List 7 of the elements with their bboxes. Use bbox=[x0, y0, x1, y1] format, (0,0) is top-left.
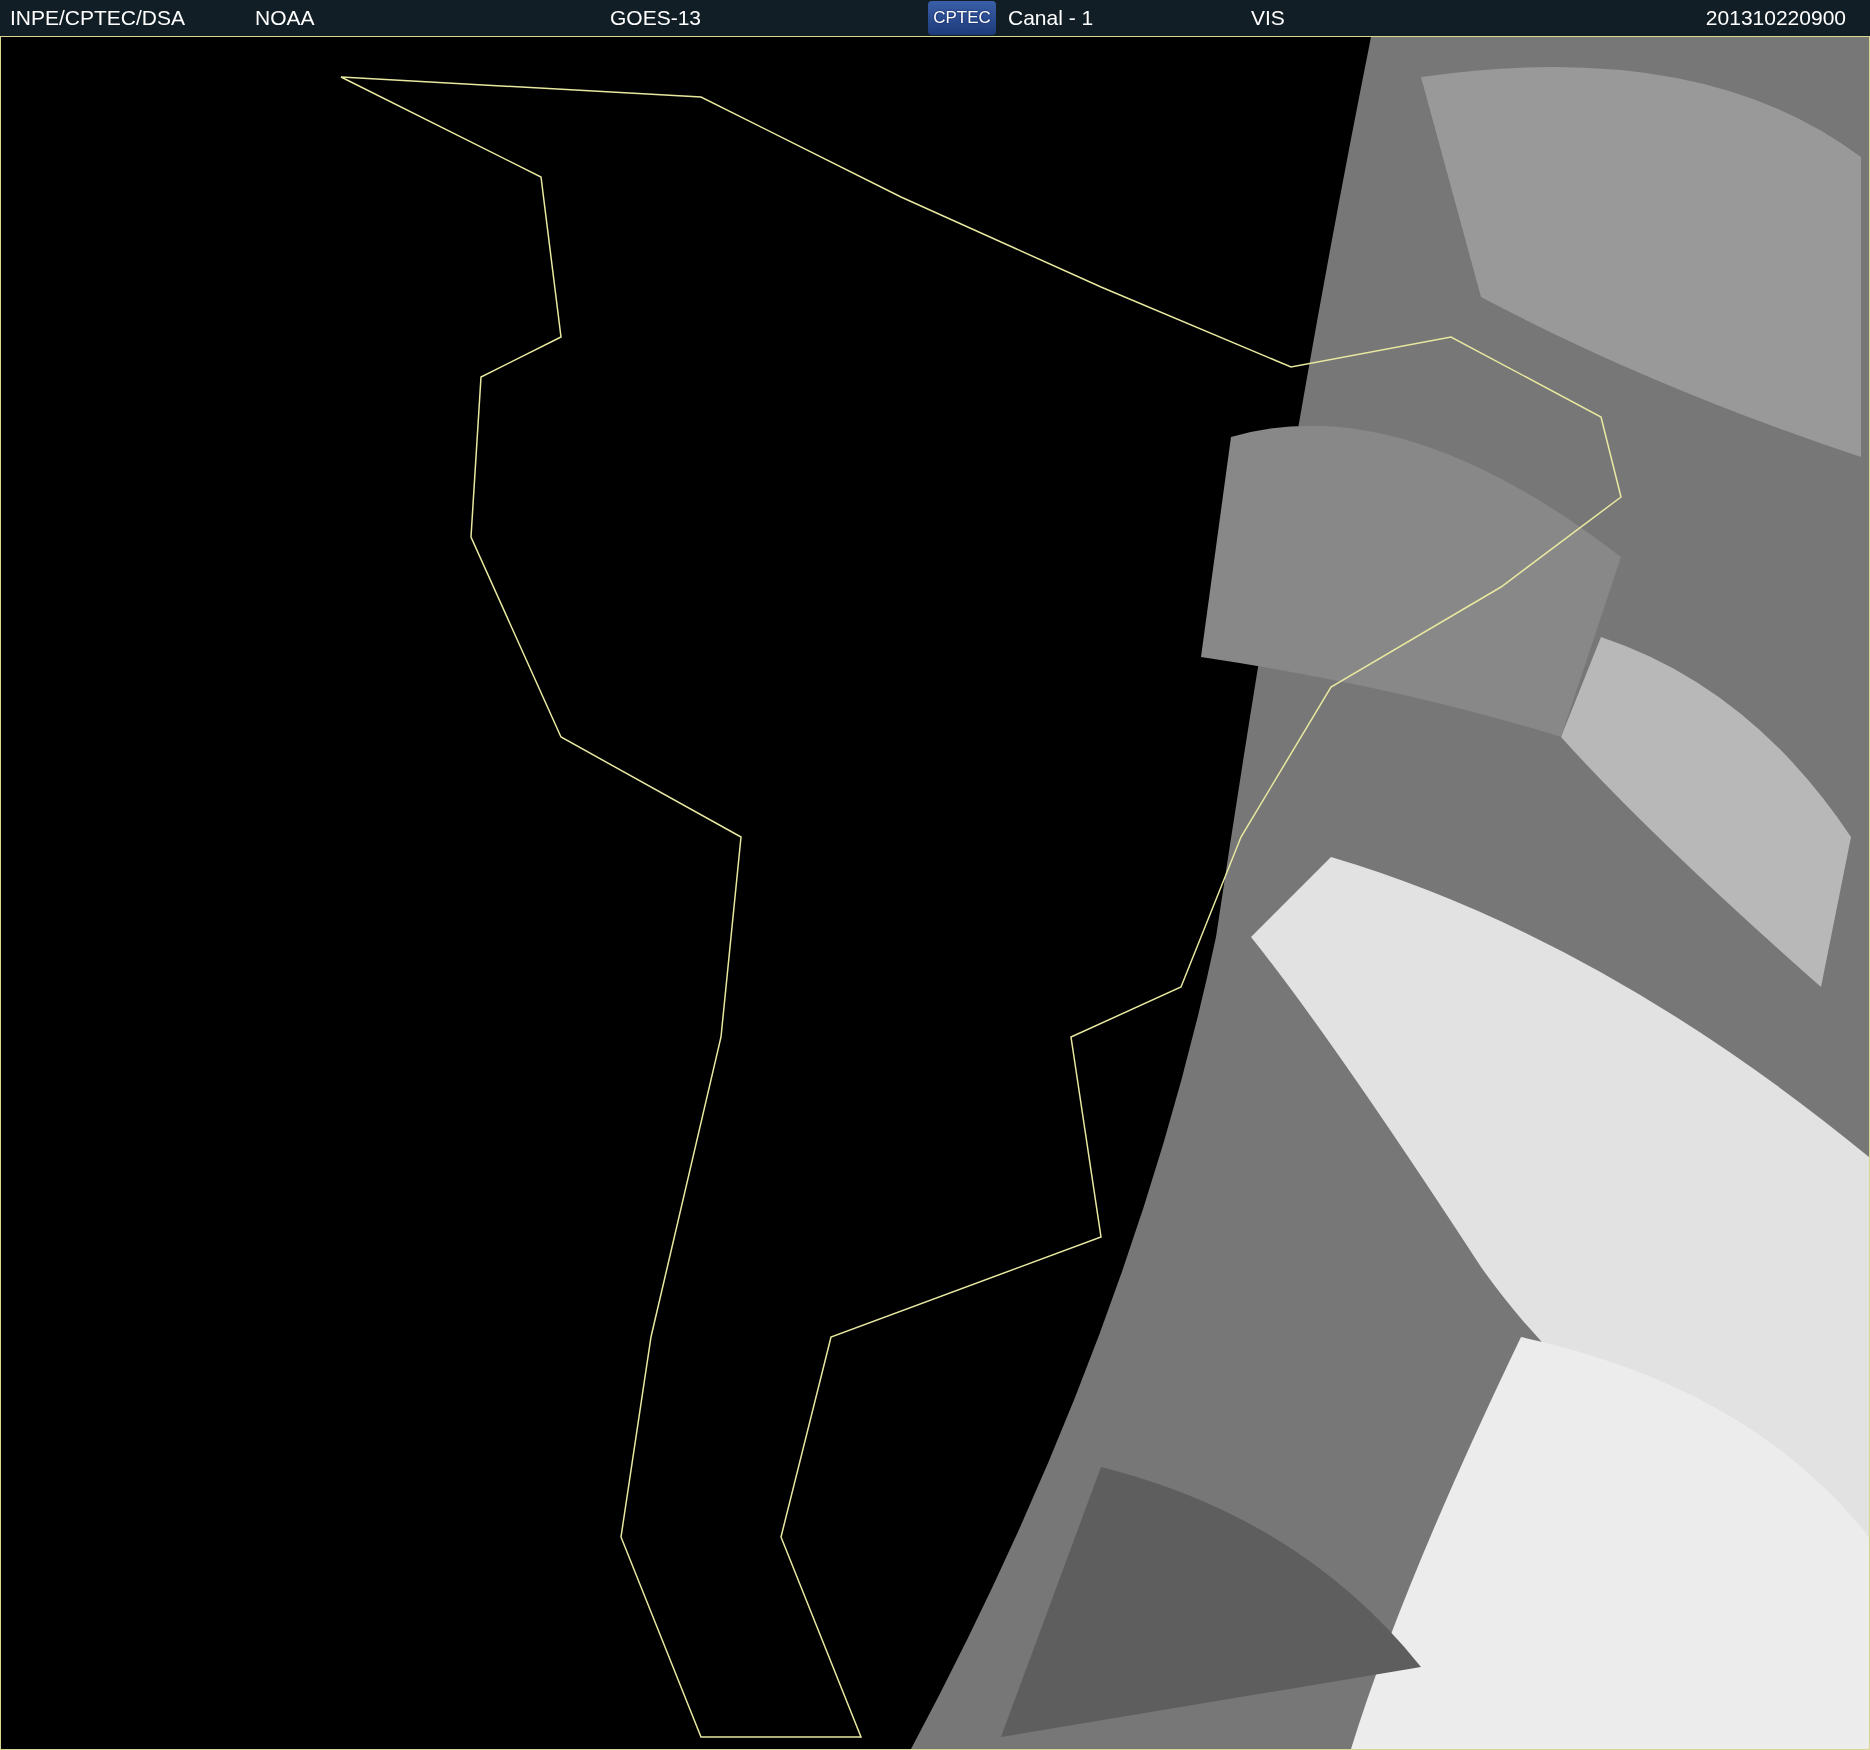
agency-label: NOAA bbox=[255, 6, 315, 30]
band-label: VIS bbox=[1251, 6, 1285, 30]
institution-label: INPE/CPTEC/DSA bbox=[10, 6, 186, 30]
channel-label: Canal - 1 bbox=[1008, 6, 1094, 30]
timestamp-label: 201310220900 bbox=[1705, 6, 1847, 30]
logo: CPTEC bbox=[928, 1, 996, 35]
satellite-label: GOES-13 bbox=[610, 6, 702, 30]
